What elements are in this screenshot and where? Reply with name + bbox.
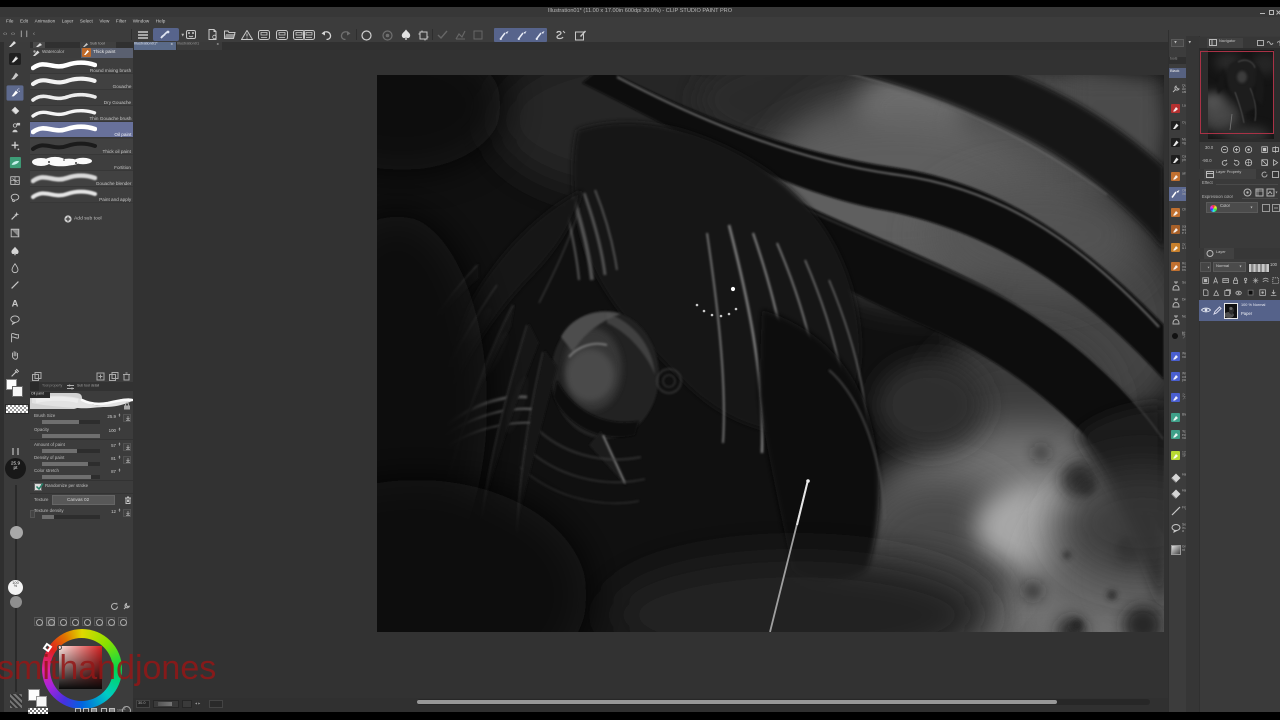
svg-text:A: A: [12, 298, 19, 308]
